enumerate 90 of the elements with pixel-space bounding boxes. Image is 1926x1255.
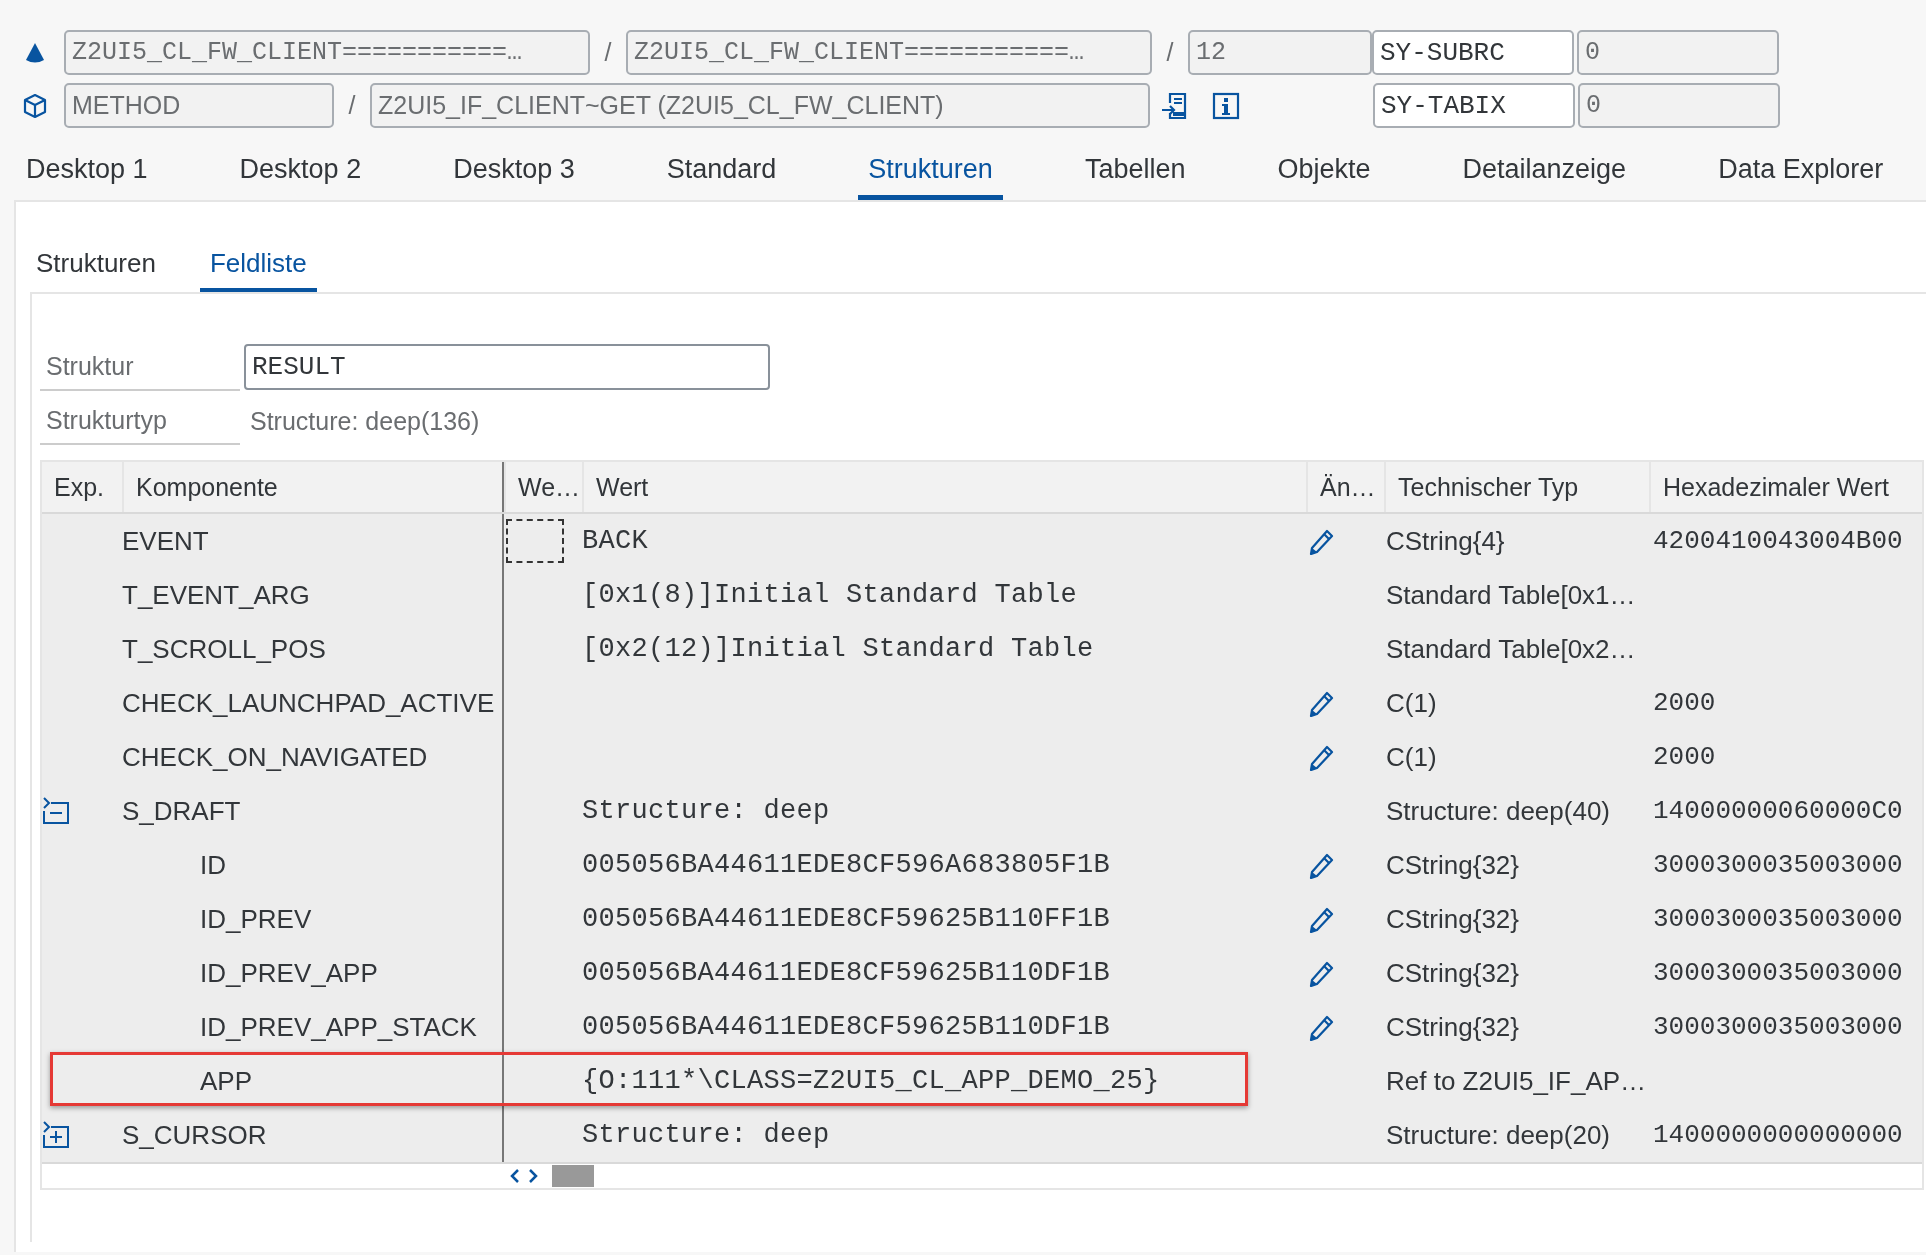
tab[interactable]: Data Explorer [1708, 148, 1894, 200]
field-label: Strukturtyp [40, 397, 240, 445]
table-cell-text: 3000300035003000 [1652, 958, 1903, 988]
system-field-value: 0 [1578, 83, 1780, 128]
column-header[interactable]: We… [518, 472, 581, 502]
path-separator: / [603, 38, 613, 67]
tab[interactable]: Desktop 3 [443, 148, 585, 200]
table-cell: Structure: deep(20) [1386, 1119, 1610, 1151]
tab[interactable]: Tabellen [1074, 148, 1196, 200]
pencil-icon[interactable] [1308, 743, 1334, 771]
table-cell-text: 2000 [1652, 688, 1716, 718]
table-cell: Ref to Z2UI5_IF_AP… [1386, 1065, 1647, 1097]
expand-icon[interactable] [42, 1121, 70, 1149]
table-cell: {O:111*\CLASS=Z2UI5_CL_APP_DEMO_25} [582, 1066, 1160, 1096]
table-cell: CString{32} [1386, 903, 1519, 935]
readonly-field: Z2UI5_CL_FW_CLIENT===========… [626, 30, 1152, 75]
column-header[interactable]: Exp. [54, 472, 105, 502]
column-header[interactable]: Wert [596, 472, 649, 502]
scroll-right-icon[interactable] [526, 1167, 540, 1185]
path-separator: / [347, 91, 357, 120]
pencil-icon[interactable] [1308, 905, 1334, 933]
pencil-icon[interactable] [1308, 959, 1334, 987]
table-cell: Structure: deep [582, 1120, 830, 1150]
scrollbar-thumb[interactable] [552, 1165, 594, 1187]
path-separator: / [1165, 38, 1175, 67]
input-field[interactable]: RESULT [244, 344, 770, 390]
table-cell: CString{4} [1386, 525, 1505, 557]
table-cell-text: 4200410043004B00 [1652, 526, 1903, 556]
tab[interactable]: Objekte [1267, 148, 1381, 200]
table-cell: EVENT [122, 525, 209, 557]
table-cell: ID_PREV_APP_STACK [200, 1011, 477, 1043]
column-header[interactable]: Technischer Typ [1398, 472, 1579, 502]
tab[interactable]: Desktop 1 [16, 148, 158, 200]
system-field-value: 0 [1577, 30, 1779, 75]
table-cell: CString{32} [1386, 849, 1519, 881]
table-cell-text: 14000000060000C0 [1652, 796, 1903, 826]
pencil-icon[interactable] [1308, 689, 1334, 717]
field-label: Struktur [40, 343, 240, 391]
readonly-field: 12 [1188, 30, 1372, 75]
table-cell: ID [200, 849, 226, 881]
pencil-icon[interactable] [1308, 851, 1334, 879]
table-cell-text: 3000300035003000 [1652, 904, 1903, 934]
pencil-icon[interactable] [1308, 527, 1334, 555]
table-cell: Standard Table[0x2… [1386, 633, 1636, 665]
table-cell: [0x2(12)]Initial Standard Table [582, 634, 1094, 664]
system-field-name[interactable]: SY-SUBRC [1372, 30, 1574, 75]
collapse-icon[interactable] [42, 797, 70, 825]
tab[interactable]: Standard [656, 148, 787, 200]
table-cell: CString{32} [1386, 957, 1519, 989]
table-cell: Standard Table[0x1… [1386, 579, 1636, 611]
table-cell-text: 3000300035003000 [1652, 850, 1903, 880]
table-cell: T_SCROLL_POS [122, 633, 326, 665]
table-cell-text: 2000 [1652, 742, 1716, 772]
readonly-field: Z2UI5_CL_FW_CLIENT===========… [64, 30, 590, 75]
field-value: Structure: deep(136) [249, 406, 480, 436]
pencil-icon[interactable] [1308, 1013, 1334, 1041]
table-cell: 005056BA44611EDE8CF59625B110FF1B [582, 904, 1111, 934]
table-cell: T_EVENT_ARG [122, 579, 310, 611]
scroll-left-icon[interactable] [508, 1167, 522, 1185]
table-cell-text: 3000300035003000 [1652, 1012, 1903, 1042]
table-cell: S_CURSOR [122, 1119, 267, 1151]
system-field-name[interactable]: SY-TABIX [1373, 83, 1575, 128]
column-header[interactable]: Hexadezimaler Wert [1663, 472, 1889, 502]
table-cell: S_DRAFT [122, 795, 241, 827]
cube-icon [22, 92, 48, 119]
table-cell: 005056BA44611EDE8CF59625B110DF1B [582, 958, 1111, 988]
table-cell: ID_PREV_APP [200, 957, 378, 989]
table-cell: [0x1(8)]Initial Standard Table [582, 580, 1078, 610]
table-cell: C(1) [1386, 687, 1437, 719]
table-cell: Structure: deep [582, 796, 830, 826]
tab[interactable]: Desktop 2 [229, 148, 372, 200]
table-cell: Structure: deep(40) [1386, 795, 1610, 827]
table-cell: CHECK_LAUNCHPAD_ACTIVE [122, 687, 495, 719]
table-cell: ID_PREV [200, 903, 312, 935]
column-header[interactable]: Än… [1320, 472, 1376, 502]
table-cell: CHECK_ON_NAVIGATED [122, 741, 428, 773]
tab[interactable]: Feldliste [199, 248, 317, 292]
tab[interactable]: Detailanzeige [1452, 148, 1637, 200]
table-cell: BACK [582, 526, 648, 556]
info-icon[interactable] [1212, 91, 1240, 120]
table-cell: 005056BA44611EDE8CF596A683805F1B [582, 850, 1111, 880]
column-header[interactable]: Komponente [136, 472, 278, 502]
table-cell: 005056BA44611EDE8CF59625B110DF1B [582, 1012, 1111, 1042]
table-cell: C(1) [1386, 741, 1437, 773]
tab[interactable]: Strukturen [26, 248, 166, 292]
table-cell: CString{32} [1386, 1011, 1519, 1043]
table-cell-text: 1400000000000000 [1652, 1120, 1903, 1150]
readonly-field: Z2UI5_IF_CLIENT~GET (Z2UI5_CL_FW_CLIENT) [370, 83, 1150, 128]
table-cell: APP [200, 1065, 253, 1097]
readonly-field: METHOD [64, 83, 334, 128]
